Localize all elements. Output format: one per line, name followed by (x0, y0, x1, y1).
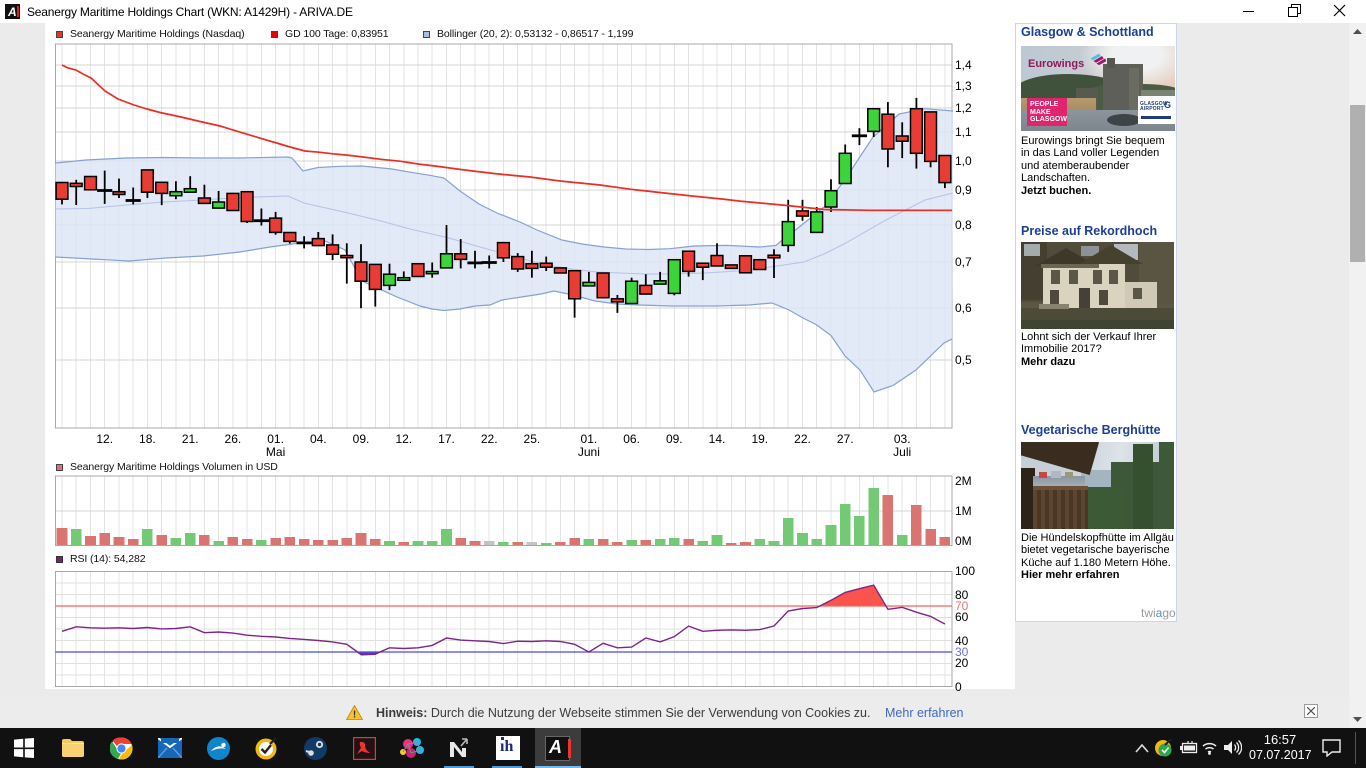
svg-text:!: ! (353, 710, 356, 721)
